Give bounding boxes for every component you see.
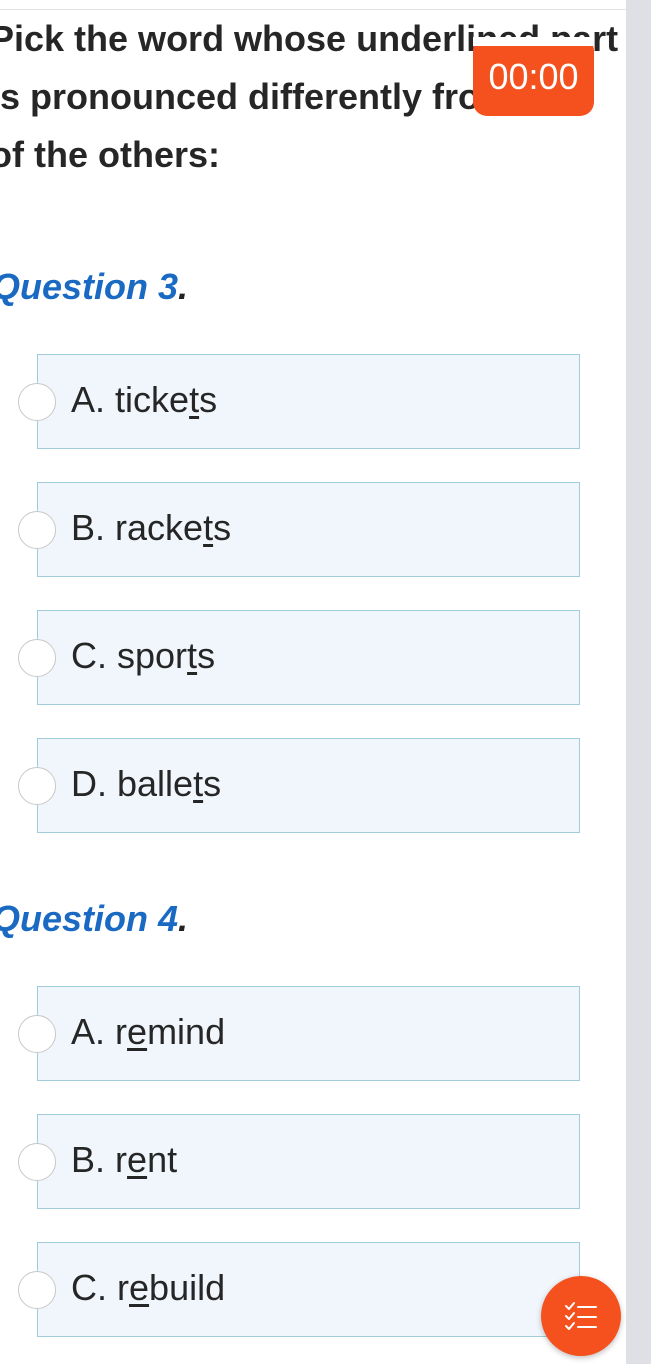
option-text: C. rebuild [71,1267,226,1308]
question-4-label: Question 4 [0,898,179,939]
q4-option-c[interactable]: C. rebuild [18,1242,580,1337]
scrollbar-track[interactable] [626,0,651,1364]
q4-option-a[interactable]: A. remind [18,986,580,1081]
option-text: B. rent [71,1139,178,1180]
q3-option-c[interactable]: C. sports [18,610,580,705]
question-3-period: . [178,266,189,307]
q3-option-d[interactable]: D. ballets [18,738,580,833]
question-4-title: Question 4. [0,898,188,940]
option-text: C. sports [71,635,216,676]
underlined-part: e [127,1139,148,1180]
q3-option-a[interactable]: A. tickets [18,354,580,449]
underlined-part: t [187,635,198,676]
radio-button[interactable] [18,1271,56,1309]
checklist-icon [565,1302,597,1330]
underlined-part: e [129,1267,150,1308]
question-3-title: Question 3. [0,266,188,308]
option-text: A. tickets [71,379,218,420]
q3-option-b[interactable]: B. rackets [18,482,580,577]
option-text: D. ballets [71,763,222,804]
question-4-period: . [178,898,189,939]
underlined-part: t [193,763,204,804]
radio-button[interactable] [18,767,56,805]
radio-button[interactable] [18,511,56,549]
radio-button[interactable] [18,383,56,421]
option-text: A. remind [71,1011,226,1052]
question-3-label: Question 3 [0,266,179,307]
underlined-part: t [203,507,214,548]
q4-option-b[interactable]: B. rent [18,1114,580,1209]
radio-button[interactable] [18,1143,56,1181]
top-divider [0,0,651,10]
radio-button[interactable] [18,1015,56,1053]
countdown-timer: 00:00 [473,37,594,116]
radio-button[interactable] [18,639,56,677]
underlined-part: t [189,379,200,420]
option-text: B. rackets [71,507,232,548]
underlined-part: e [127,1011,148,1052]
timer-notch [473,37,594,46]
question-list-button[interactable] [541,1276,621,1356]
